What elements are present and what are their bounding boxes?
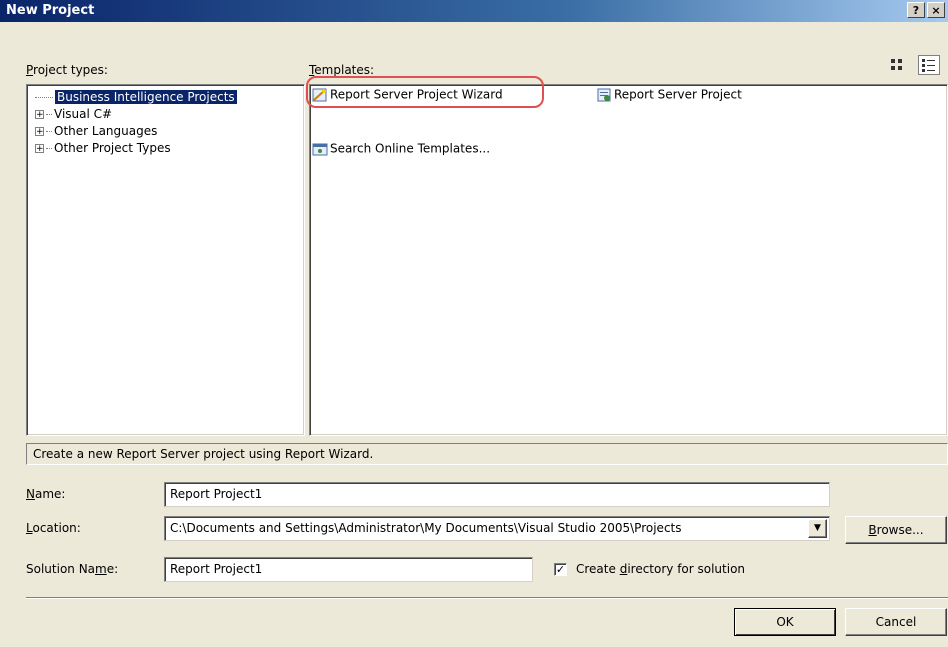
expand-icon[interactable]: + xyxy=(35,127,44,137)
solution-name-label: Solution Name: xyxy=(26,562,119,576)
expand-icon[interactable]: + xyxy=(35,110,44,120)
description-bar: Create a new Report Server project using… xyxy=(26,443,948,465)
tree-item-other-project-types[interactable]: + Other Project Types xyxy=(35,139,171,157)
report-project-icon xyxy=(596,87,612,103)
ok-button[interactable]: OK xyxy=(734,608,836,636)
chevron-down-icon[interactable]: ▼ xyxy=(808,519,827,538)
project-types-label: Project types: xyxy=(26,63,108,77)
tree-item-other-languages[interactable]: + Other Languages xyxy=(35,122,157,140)
separator xyxy=(26,597,948,599)
cancel-button[interactable]: Cancel xyxy=(845,608,947,636)
name-label: Name: xyxy=(26,487,66,501)
location-combobox[interactable]: C:\Documents and Settings\Administrator\… xyxy=(164,516,830,541)
small-icons-view-icon[interactable] xyxy=(918,55,940,75)
tree-item-visual-csharp[interactable]: + Visual C# xyxy=(35,105,112,123)
tree-item-business-intelligence[interactable]: Business Intelligence Projects xyxy=(35,88,238,106)
large-icons-view-icon[interactable] xyxy=(888,56,906,74)
browse-button[interactable]: Browse... xyxy=(845,516,947,544)
templates-label: Templates: xyxy=(309,63,375,77)
close-button[interactable]: × xyxy=(927,2,945,18)
create-directory-label[interactable]: Create directory for solution xyxy=(576,562,745,576)
create-directory-checkbox[interactable]: ✓ xyxy=(554,563,567,576)
location-label: Location: xyxy=(26,521,81,535)
template-search-online[interactable]: Search Online Templates... xyxy=(312,141,490,157)
template-report-server-project[interactable]: Report Server Project xyxy=(596,87,742,103)
help-button[interactable]: ? xyxy=(907,2,925,18)
report-wizard-icon xyxy=(312,87,328,103)
solution-name-input[interactable]: Report Project1 xyxy=(164,557,533,582)
expand-icon[interactable]: + xyxy=(35,144,44,154)
window-title: New Project xyxy=(6,3,95,18)
template-report-server-project-wizard[interactable]: Report Server Project Wizard xyxy=(312,87,503,103)
name-input[interactable]: Report Project1 xyxy=(164,482,830,507)
project-types-tree[interactable]: Business Intelligence Projects + Visual C… xyxy=(26,84,305,436)
title-bar xyxy=(0,0,948,22)
templates-list[interactable]: Report Server Project Wizard Report Serv… xyxy=(306,76,948,436)
search-online-icon xyxy=(312,141,328,157)
